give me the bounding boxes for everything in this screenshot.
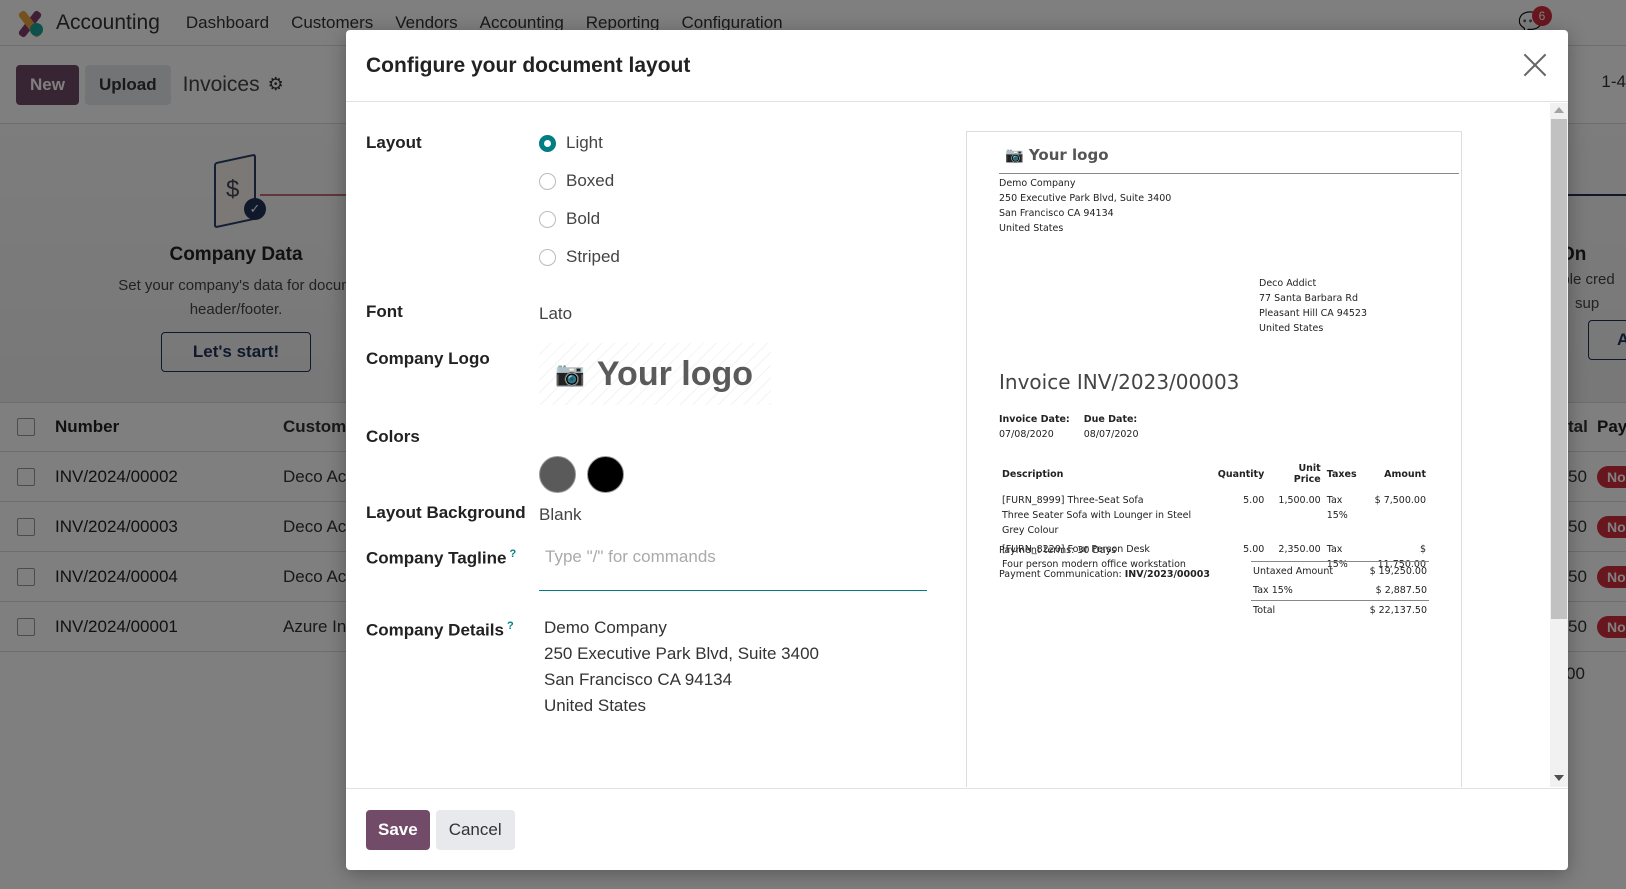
address-line: 77 Santa Barbara Rd bbox=[1259, 293, 1359, 304]
address-line: San Francisco CA 94134 bbox=[999, 208, 1114, 219]
line-tax: Tax 15% bbox=[1326, 495, 1348, 521]
label-text: Company Tagline bbox=[366, 548, 507, 568]
company-details-editor[interactable]: Demo Company 250 Executive Park Blvd, Su… bbox=[544, 615, 819, 719]
preview-dates: Invoice Date: 07/08/2020 Due Date: 08/07… bbox=[999, 412, 1139, 442]
company-logo-label: Company Logo bbox=[366, 349, 490, 368]
secondary-color-swatch[interactable] bbox=[587, 456, 624, 493]
totals-label: Total bbox=[1251, 600, 1354, 620]
due-date-label: Due Date: bbox=[1083, 414, 1138, 425]
save-button[interactable]: Save bbox=[366, 809, 430, 850]
company-tagline-label: Company Tagline? bbox=[366, 548, 516, 569]
payment-comm-value: INV/2023/00003 bbox=[1124, 569, 1210, 580]
due-date-value: 08/07/2020 bbox=[1083, 429, 1139, 440]
modal-title: Configure your document layout bbox=[366, 53, 691, 77]
line-name: [FURN_8999] Three-Seat Sofa bbox=[1002, 495, 1144, 506]
col-unit-price: Unit Price bbox=[1293, 463, 1321, 485]
col-amount: Amount bbox=[1384, 468, 1426, 480]
preview-payment-communication: Payment Communication: INV/2023/00003 bbox=[999, 569, 1210, 580]
invoice-date-label: Invoice Date: bbox=[999, 414, 1070, 425]
preview-invoice-title: Invoice INV/2023/00003 bbox=[999, 370, 1240, 394]
layout-background-label: Layout Background bbox=[366, 503, 526, 522]
radio-checked-icon[interactable] bbox=[539, 134, 556, 152]
colors-label: Colors bbox=[366, 427, 420, 446]
col-taxes: Taxes bbox=[1326, 468, 1357, 480]
preview-totals: Untaxed Amount $ 19,250.00 Tax 15% $ 2,887… bbox=[1251, 561, 1429, 620]
address-line: United States bbox=[999, 223, 1064, 234]
font-label: Font bbox=[366, 302, 403, 321]
radio-unchecked-icon[interactable] bbox=[539, 210, 556, 228]
invoice-date-value: 07/08/2020 bbox=[999, 429, 1054, 440]
details-line: United States bbox=[544, 696, 647, 715]
preview-customer-address: Deco Addict 77 Santa Barbara Rd Pleasant… bbox=[1259, 276, 1367, 336]
document-preview: 📷 Your logo Demo Company 250 Executive P… bbox=[966, 131, 1462, 787]
help-tooltip-icon[interactable]: ? bbox=[507, 620, 514, 632]
radio-label: Light bbox=[566, 133, 603, 152]
details-line: San Francisco CA 94134 bbox=[544, 670, 733, 689]
preview-header-rule bbox=[999, 173, 1459, 174]
payment-comm-label: Payment Communication: bbox=[999, 569, 1125, 580]
address-line: United States bbox=[1259, 323, 1324, 334]
radio-label: Striped bbox=[566, 247, 620, 266]
line-qty: 5.00 bbox=[1243, 495, 1265, 506]
layout-option-light[interactable]: Light bbox=[539, 133, 603, 153]
col-quantity: Quantity bbox=[1217, 468, 1265, 480]
company-details-label: Company Details? bbox=[366, 620, 514, 641]
layout-option-striped[interactable]: Striped bbox=[539, 247, 620, 267]
scroll-down-arrow-icon[interactable] bbox=[1554, 775, 1564, 781]
radio-unchecked-icon[interactable] bbox=[539, 172, 556, 190]
help-tooltip-icon[interactable]: ? bbox=[509, 548, 516, 560]
logo-placeholder-text: Your logo bbox=[596, 354, 754, 393]
totals-value: $ 22,137.50 bbox=[1353, 600, 1429, 620]
totals-row: Tax 15% $ 2,887.50 bbox=[1251, 581, 1429, 601]
preview-logo-text: Your logo bbox=[1028, 146, 1109, 164]
totals-value: $ 19,250.00 bbox=[1353, 561, 1429, 581]
col-description: Description bbox=[1002, 468, 1064, 480]
configure-layout-dialog: Configure your document layout Layout Li… bbox=[346, 30, 1568, 870]
radio-label: Boxed bbox=[566, 171, 615, 190]
cancel-button[interactable]: Cancel bbox=[435, 809, 515, 850]
address-line: 250 Executive Park Blvd, Suite 3400 bbox=[999, 193, 1172, 204]
modal-scrollbar[interactable] bbox=[1550, 103, 1568, 787]
add-photo-icon: 📷 bbox=[555, 360, 585, 388]
preview-logo: 📷 Your logo bbox=[1005, 146, 1109, 164]
layout-option-bold[interactable]: Bold bbox=[539, 209, 600, 229]
company-logo-upload[interactable]: 📷 Your logo bbox=[539, 343, 771, 405]
company-tagline-input[interactable]: Type "/" for commands bbox=[539, 543, 927, 591]
details-line: Demo Company bbox=[544, 618, 667, 637]
radio-unchecked-icon[interactable] bbox=[539, 248, 556, 266]
preview-payment-terms: Payment terms: 30 Days bbox=[999, 545, 1117, 556]
font-select[interactable]: Lato bbox=[539, 304, 572, 324]
details-line: 250 Executive Park Blvd, Suite 3400 bbox=[544, 644, 819, 663]
modal-footer: Save Cancel bbox=[346, 788, 1568, 870]
camera-icon: 📷 bbox=[1005, 146, 1024, 164]
modal-body: Layout Light Boxed Bold Striped Font Lat… bbox=[346, 103, 1568, 787]
line-price: 1,500.00 bbox=[1278, 495, 1321, 506]
scroll-up-arrow-icon[interactable] bbox=[1554, 107, 1564, 113]
preview-company-address: Demo Company 250 Executive Park Blvd, Su… bbox=[999, 176, 1171, 236]
layout-option-boxed[interactable]: Boxed bbox=[539, 171, 614, 191]
preview-line: [FURN_8999] Three-Seat Sofa Three Seater … bbox=[999, 491, 1429, 540]
modal-header: Configure your document layout bbox=[346, 30, 1568, 102]
primary-color-swatch[interactable] bbox=[539, 456, 576, 493]
totals-label: Tax 15% bbox=[1253, 585, 1293, 596]
address-line: Pleasant Hill CA 94523 bbox=[1259, 308, 1368, 319]
totals-value: $ 2,887.50 bbox=[1375, 585, 1427, 596]
totals-label: Untaxed Amount bbox=[1251, 561, 1354, 581]
preview-lines-table: Description Quantity Unit Price Taxes Am… bbox=[999, 463, 1429, 574]
line-amount: $ 7,500.00 bbox=[1374, 495, 1426, 506]
totals-row: Untaxed Amount $ 19,250.00 bbox=[1251, 561, 1429, 581]
address-line: Deco Addict bbox=[1259, 278, 1317, 289]
address-line: Demo Company bbox=[999, 178, 1076, 189]
label-text: Company Details bbox=[366, 620, 504, 640]
line-desc: Three Seater Sofa with Lounger in Steel … bbox=[1002, 510, 1192, 536]
close-icon[interactable] bbox=[1520, 50, 1550, 80]
totals-row: Total $ 22,137.50 bbox=[1251, 600, 1429, 620]
scrollbar-thumb[interactable] bbox=[1551, 119, 1567, 619]
layout-label: Layout bbox=[366, 133, 422, 152]
layout-background-select[interactable]: Blank bbox=[539, 505, 582, 525]
radio-label: Bold bbox=[566, 209, 601, 228]
